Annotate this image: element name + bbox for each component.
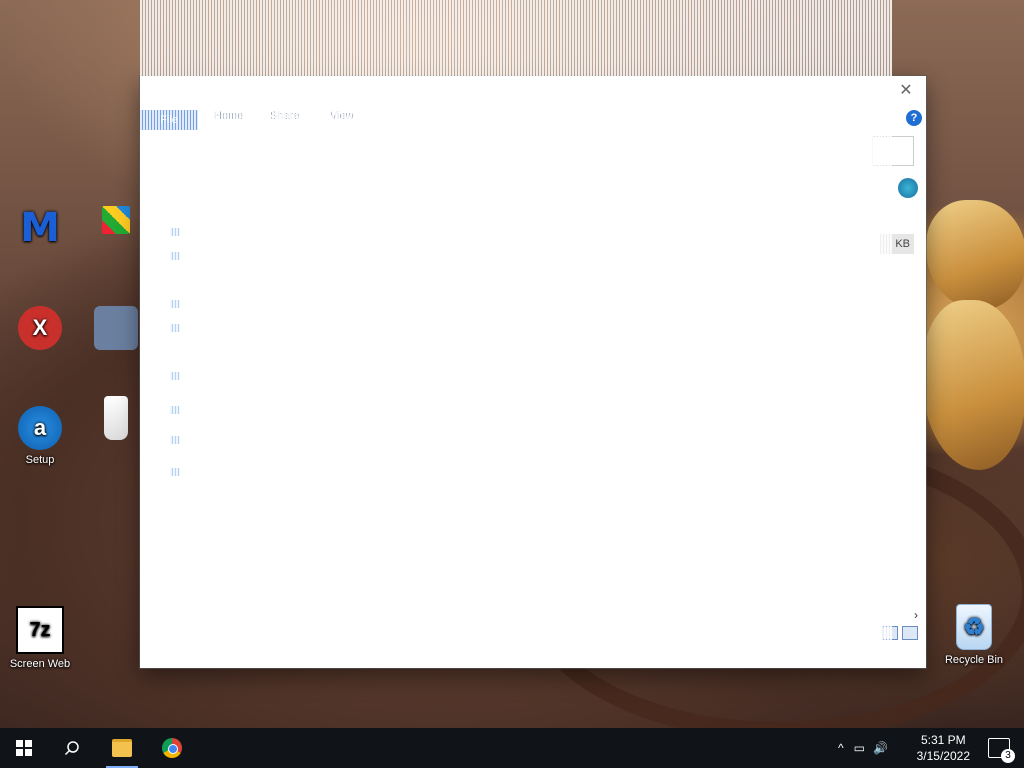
file-explorer-window[interactable]: ✕ ? File Home Share View KB › <box>140 0 926 668</box>
setup-icon: a <box>18 406 62 450</box>
nav-pane-item[interactable] <box>170 404 186 416</box>
nav-pane-item[interactable] <box>170 370 186 382</box>
scroll-right-arrow[interactable]: › <box>908 608 924 622</box>
desktop-icon-xbox[interactable]: X <box>4 306 76 354</box>
help-icon[interactable]: ? <box>906 110 922 126</box>
notification-count-badge: 3 <box>1001 749 1015 763</box>
bread-slice <box>926 200 1024 310</box>
bread-slice <box>922 300 1024 470</box>
sevenzip-icon: 7z <box>16 606 64 654</box>
size-column: KB <box>880 234 914 254</box>
recycle-bin-icon: ♻ <box>956 604 992 650</box>
search-icon <box>64 741 79 756</box>
taskbar-file-explorer[interactable] <box>98 728 146 768</box>
malwarebytes-icon: M <box>20 205 60 251</box>
bottle-icon <box>104 396 128 440</box>
ribbon-tab-share[interactable]: Share <box>270 110 299 122</box>
app-grid-icon <box>102 206 130 234</box>
nav-pane-item[interactable] <box>170 250 186 262</box>
clock-date: 3/15/2022 <box>916 749 970 763</box>
desktop-icon-setup[interactable]: a Setup <box>4 406 76 466</box>
ribbon-tab-file[interactable]: File <box>140 110 198 130</box>
desktop-icon-malwarebytes[interactable]: M <box>4 205 76 254</box>
search-button[interactable] <box>48 728 96 768</box>
action-center-button[interactable]: 3 <box>988 738 1015 763</box>
desktop-icon-recycle-bin[interactable]: ♻ Recycle Bin <box>938 604 1010 666</box>
volume-icon[interactable]: 🔊 <box>873 741 888 755</box>
start-button[interactable] <box>0 728 48 768</box>
folder-icon <box>112 739 132 757</box>
globe-icon <box>898 178 918 198</box>
nav-pane-item[interactable] <box>170 434 186 446</box>
nav-pane-item[interactable] <box>170 298 186 310</box>
nav-pane-item[interactable] <box>170 226 186 238</box>
view-toggle[interactable] <box>882 626 918 640</box>
network-icon[interactable]: ▭ <box>854 741 865 755</box>
close-button[interactable]: ✕ <box>892 80 920 102</box>
details-view-icon[interactable] <box>882 626 898 640</box>
desktop-icon-label: Setup <box>25 454 55 466</box>
nav-pane-item[interactable] <box>170 466 186 478</box>
windows-logo-icon <box>16 740 32 756</box>
status-bar <box>140 648 926 668</box>
show-hidden-icons-button[interactable]: ^ <box>838 741 844 755</box>
taskbar-chrome[interactable] <box>148 728 196 768</box>
xbox-icon: X <box>18 306 62 350</box>
display-artifact-overlay <box>140 0 892 648</box>
system-tray: ^ ▭ 🔊 <box>838 728 888 768</box>
taskbar: ^ ▭ 🔊 5:31 PM 3/15/2022 3 <box>0 728 1024 768</box>
desktop-icon-label: Recycle Bin <box>944 654 1004 666</box>
clock[interactable]: 5:31 PM 3/15/2022 <box>917 732 970 764</box>
search-box[interactable] <box>872 136 914 166</box>
ribbon-tab-view[interactable]: View <box>330 110 354 122</box>
desktop-background: M X a Setup 7z Screen Web ♻ Recycle Bin … <box>0 0 1024 740</box>
clock-time: 5:31 PM <box>920 733 966 747</box>
usb-icon <box>94 306 138 350</box>
ribbon-tab-home[interactable]: Home <box>214 110 243 122</box>
large-icons-view-icon[interactable] <box>902 626 918 640</box>
chrome-icon <box>162 738 182 758</box>
nav-pane-item[interactable] <box>170 322 186 334</box>
desktop-icon-screen-web[interactable]: 7z Screen Web <box>4 606 76 670</box>
desktop-icon-label: Screen Web <box>9 658 71 670</box>
